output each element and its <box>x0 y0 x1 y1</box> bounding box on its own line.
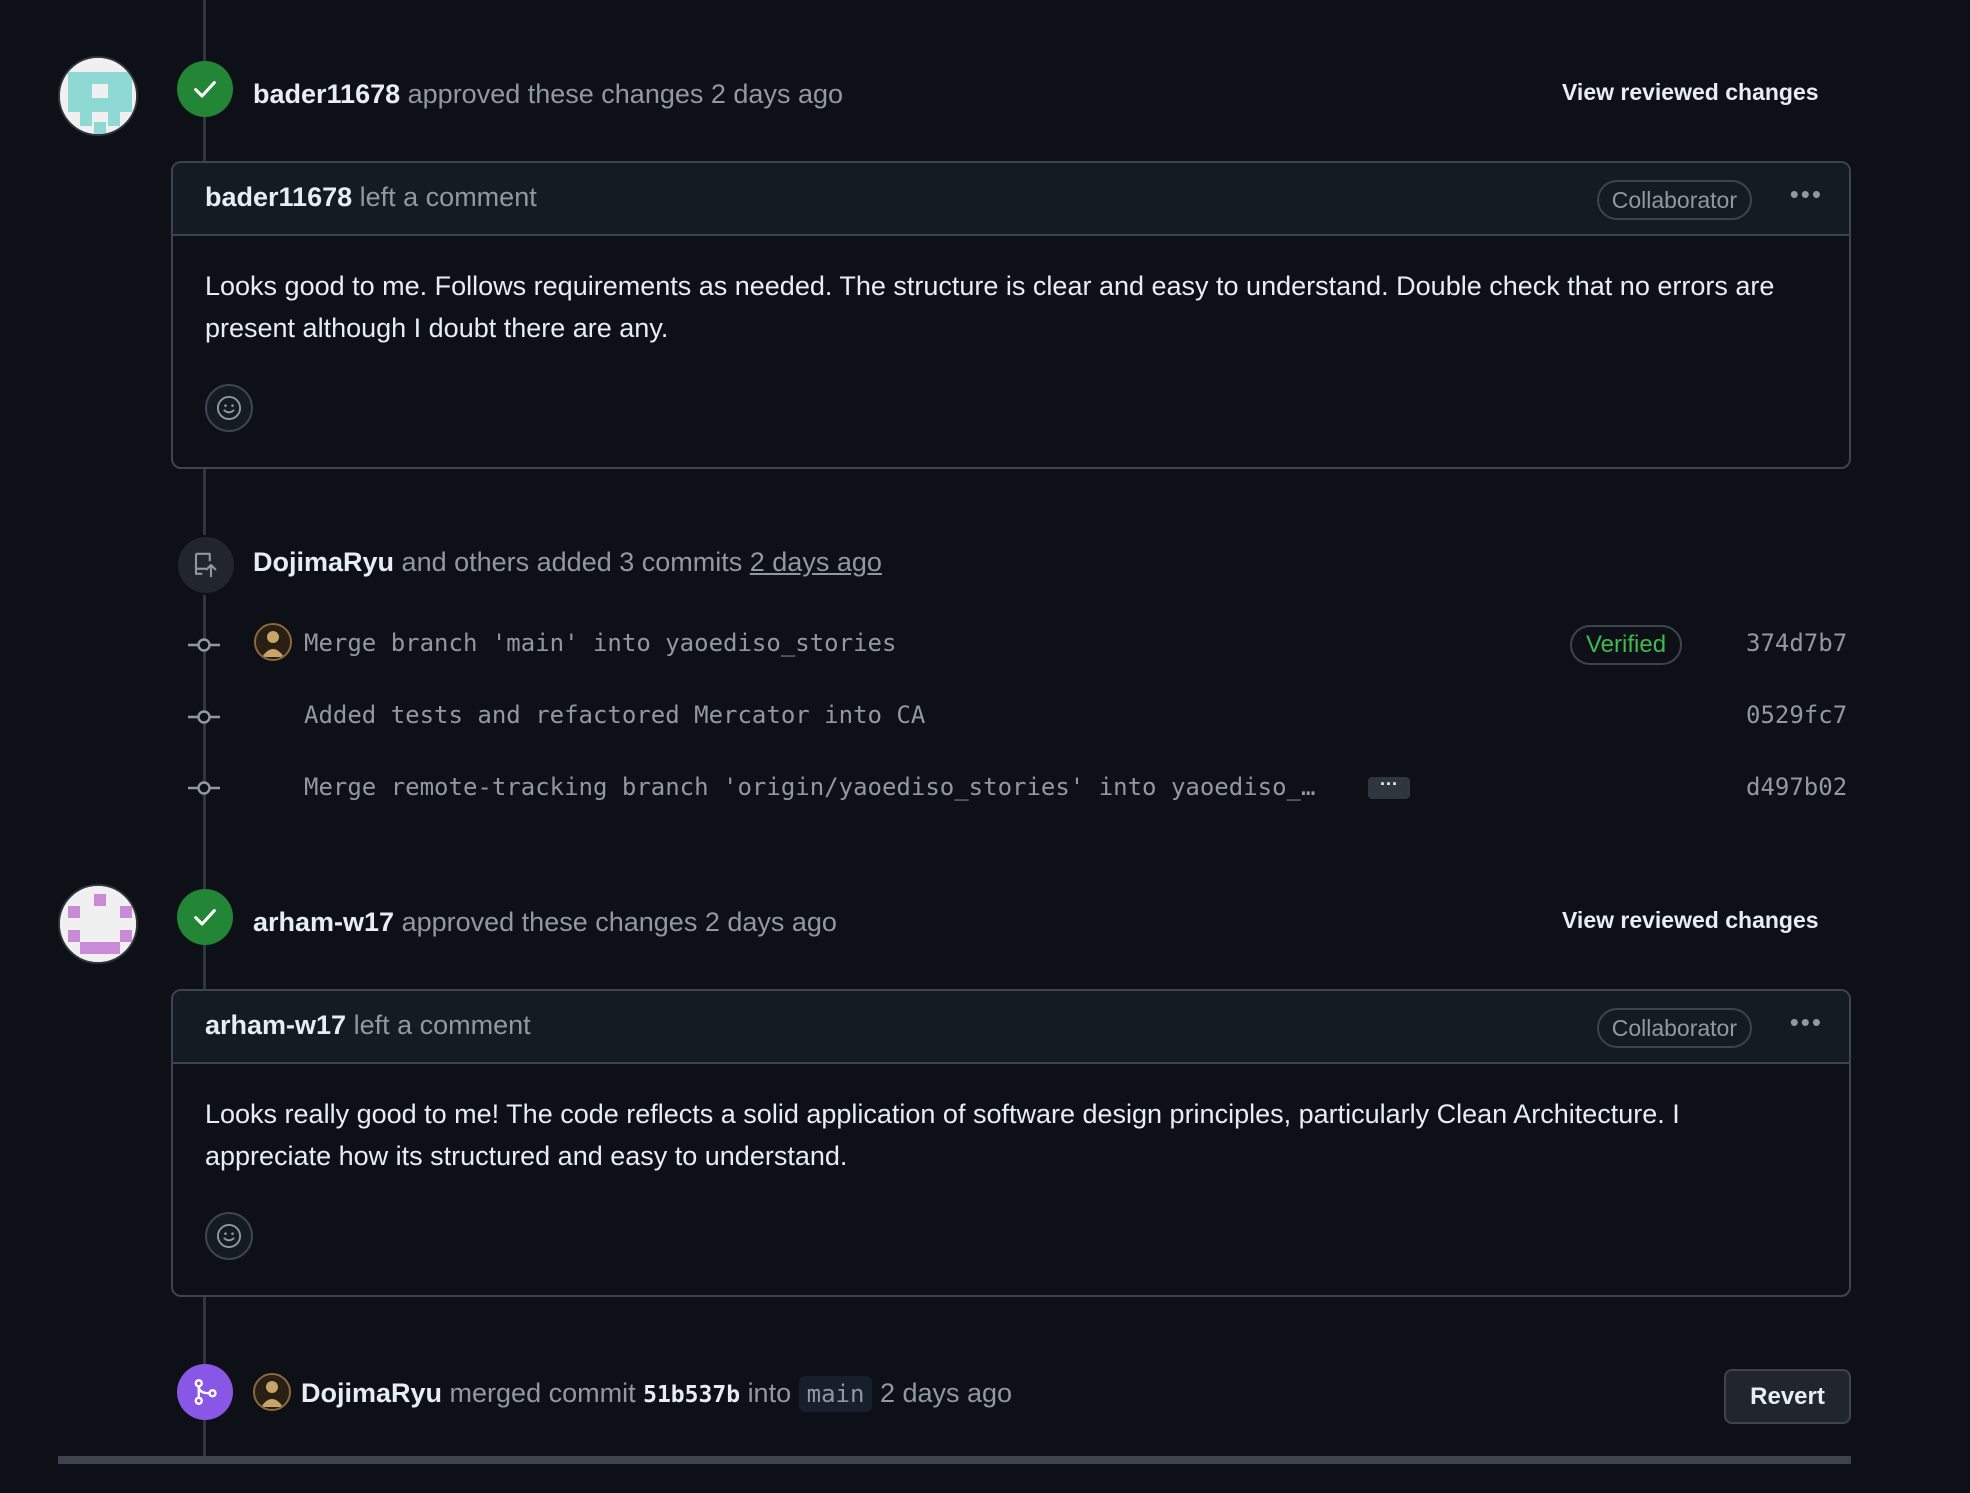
commit-sha-link[interactable]: 374d7b7 <box>1746 629 1847 657</box>
commit-sha-link[interactable]: 0529fc7 <box>1746 701 1847 729</box>
kebab-horizontal-icon[interactable]: ••• <box>1790 1007 1823 1038</box>
reviewer-link[interactable]: bader11678 <box>253 79 400 109</box>
event-time-link[interactable]: 2 days ago <box>750 547 882 577</box>
comment-body: Looks good to me. Follows requirements a… <box>205 271 1775 343</box>
merge-commit-link[interactable]: 51b537b <box>643 1382 740 1408</box>
git-commit-icon <box>188 710 220 724</box>
commit-message-link[interactable]: Added tests and refactored Mercator into… <box>304 701 925 729</box>
kebab-horizontal-icon[interactable]: ••• <box>1790 179 1823 210</box>
comment-action: left a comment <box>353 1010 531 1040</box>
revert-button[interactable]: Revert <box>1724 1369 1851 1424</box>
view-reviewed-changes-button[interactable]: View reviewed changes <box>1562 907 1819 934</box>
event-time[interactable]: 2 days ago <box>711 79 843 109</box>
git-merge-icon <box>194 1379 217 1405</box>
review-comment: arham-w17 left a comment Collaborator ••… <box>171 989 1851 1297</box>
check-icon <box>194 81 216 98</box>
avatar[interactable] <box>254 623 292 661</box>
merger-link[interactable]: DojimaRyu <box>301 1378 442 1408</box>
smiley-icon <box>216 1223 242 1249</box>
review-comment: bader11678 left a comment Collaborator •… <box>171 161 1851 469</box>
avatar[interactable] <box>253 1373 291 1411</box>
review-event: bader11678 approved these changes 2 days… <box>253 78 843 110</box>
role-badge: Collaborator <box>1596 180 1752 220</box>
git-commit-icon <box>188 781 220 795</box>
commit-message-link[interactable]: Merge remote-tracking branch 'origin/yao… <box>304 773 1315 801</box>
add-reaction-button[interactable] <box>205 384 253 432</box>
git-commit-icon <box>188 638 220 652</box>
view-reviewed-changes-button[interactable]: View reviewed changes <box>1562 79 1819 106</box>
commit-message-link[interactable]: Merge branch 'main' into yaoediso_storie… <box>304 629 896 657</box>
merge-event: DojimaRyu merged commit 51b537b into mai… <box>301 1376 1012 1412</box>
add-reaction-button[interactable] <box>205 1212 253 1260</box>
committer-link[interactable]: DojimaRyu <box>253 547 394 577</box>
user-avatar-icon <box>256 625 290 659</box>
identicon-icon <box>60 886 136 962</box>
event-time[interactable]: 2 days ago <box>880 1378 1012 1408</box>
comment-header: bader11678 left a comment Collaborator •… <box>173 163 1849 236</box>
comment-action: left a comment <box>359 182 537 212</box>
user-avatar-icon <box>255 1375 289 1409</box>
event-action: approved these changes <box>401 907 698 937</box>
repo-push-icon <box>194 552 217 578</box>
avatar[interactable] <box>58 884 138 964</box>
comment-author[interactable]: bader11678 <box>205 182 352 212</box>
identicon-icon <box>60 58 136 134</box>
event-action: and others added 3 commits <box>401 547 743 577</box>
approved-badge <box>177 61 233 117</box>
branch-name[interactable]: main <box>798 1376 873 1412</box>
event-action: approved these changes <box>407 79 704 109</box>
commits-event: DojimaRyu and others added 3 commits 2 d… <box>253 546 882 578</box>
review-event: arham-w17 approved these changes 2 days … <box>253 906 837 938</box>
verified-badge[interactable]: Verified <box>1570 625 1683 665</box>
timeline-end-divider <box>58 1456 1851 1464</box>
check-icon <box>194 909 216 926</box>
push-badge <box>176 535 236 595</box>
avatar[interactable] <box>58 56 138 136</box>
expand-commit-button[interactable]: ··· <box>1368 775 1410 799</box>
event-action: merged commit <box>449 1378 636 1408</box>
merged-badge <box>177 1364 233 1420</box>
smiley-icon <box>216 395 242 421</box>
comment-header: arham-w17 left a comment Collaborator ••… <box>173 991 1849 1064</box>
commit-sha-link[interactable]: d497b02 <box>1746 773 1847 801</box>
approved-badge <box>177 889 233 945</box>
merge-into: into <box>747 1378 792 1408</box>
role-badge: Collaborator <box>1596 1008 1752 1048</box>
comment-author[interactable]: arham-w17 <box>205 1010 346 1040</box>
event-time[interactable]: 2 days ago <box>705 907 837 937</box>
reviewer-link[interactable]: arham-w17 <box>253 907 394 937</box>
comment-body: Looks really good to me! The code reflec… <box>205 1099 1680 1171</box>
